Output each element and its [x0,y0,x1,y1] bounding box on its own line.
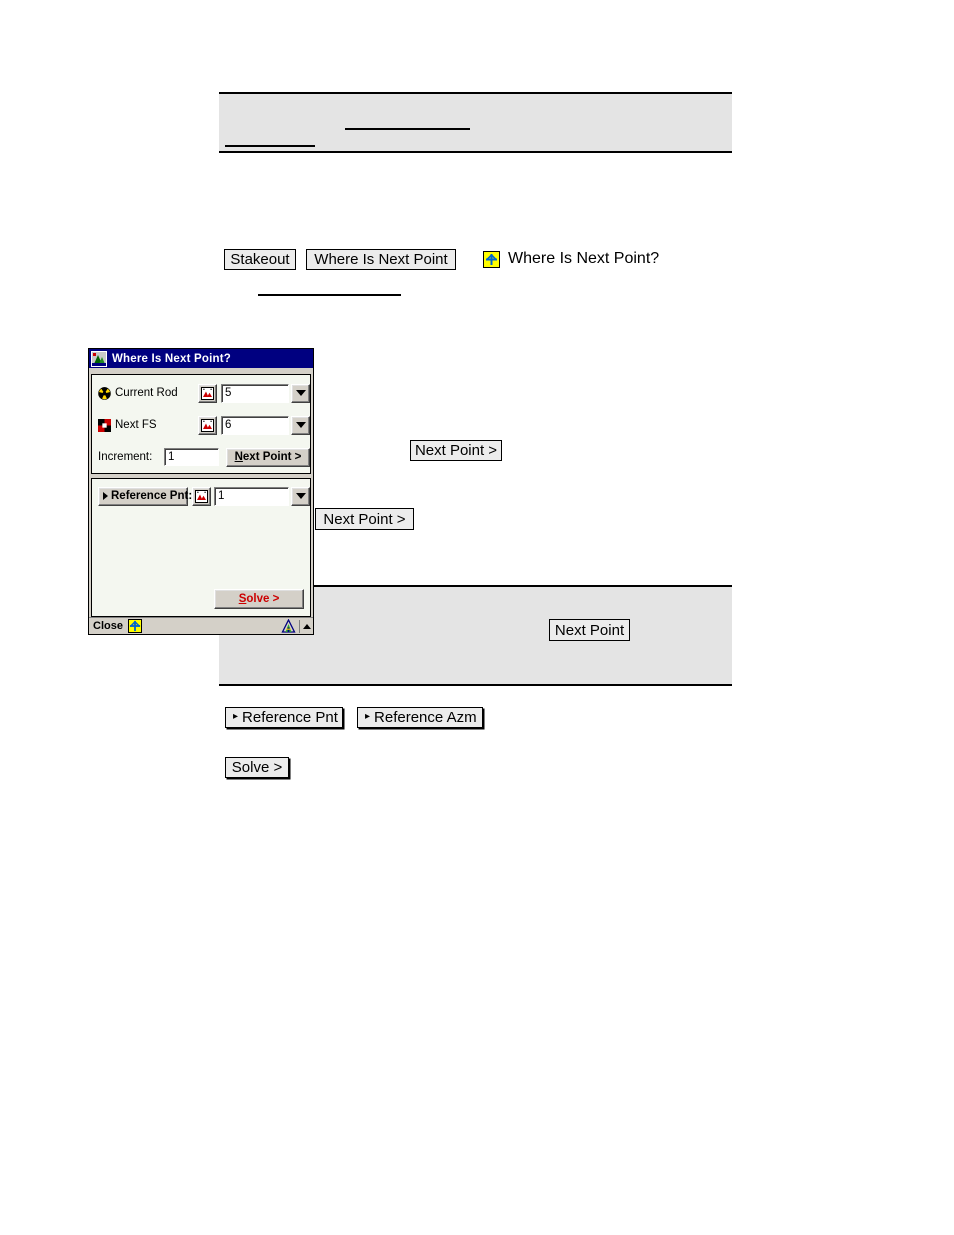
next-point-caret-button-2[interactable]: Next Point > [315,508,414,530]
pda-taskbar: Close [89,617,313,634]
next-point-caret-button-2-label: Next Point > [323,510,406,528]
radiation-yellow-icon [98,386,111,400]
next-point-button[interactable]: Next Point > [226,447,310,467]
current-rod-dropdown-button[interactable] [291,383,310,403]
checker-red-icon [98,418,111,432]
point-selection-group: Current Rod 5 Next FS 6 Increment: 1 N e… [91,374,311,474]
solve-action-label: olve > [246,593,280,605]
caret-right-icon [103,492,108,500]
next-fs-row: Next FS 6 [98,415,310,435]
taskbar-tray [281,618,311,634]
tray-divider [299,619,300,633]
pda-title: Where Is Next Point? [112,352,232,365]
increment-row: Increment: 1 Next Point > [98,447,310,467]
current-rod-label: Current Rod [115,387,178,399]
stakeout-button-label: Stakeout [230,251,290,268]
solve-action-accel: S [238,593,247,605]
increment-value: 1 [168,451,175,463]
reference-pnt-value: 1 [218,490,225,502]
survey-tripod-icon[interactable] [281,618,296,634]
where-is-next-point-heading: Where Is Next Point? [508,251,659,267]
app-icon [91,350,107,367]
section-underline [258,294,401,296]
reference-pnt-toggle-button[interactable]: Reference Pnt: [98,486,192,506]
pda-client-area: Current Rod 5 Next FS 6 Increment: 1 N e… [89,368,313,617]
reference-pnt-input[interactable]: 1 [214,486,289,506]
current-rod-input[interactable]: 5 [221,383,289,403]
increment-label: Increment: [98,451,153,463]
chevron-down-icon [295,422,306,428]
map-pick-icon [201,386,214,400]
reference-azm-button-label: Reference Azm [374,709,477,726]
where-is-next-point-heading-label: Where Is Next Point? [508,250,660,267]
reference-pnt-button-label: Reference Pnt [242,709,338,726]
where-is-next-point-button[interactable]: Where Is Next Point [306,249,456,270]
solve-button-label: Solve > [231,759,283,776]
pda-titlebar: Where Is Next Point? [89,349,313,368]
next-fs-label: Next FS [115,419,157,431]
current-rod-value: 5 [225,387,232,399]
reference-pnt-toggle-label: Reference Pnt: [111,490,193,502]
current-rod-picker-button[interactable] [198,383,217,403]
map-pick-icon [195,489,208,503]
next-fs-value: 6 [225,419,232,431]
reference-azm-button[interactable]: ▸ Reference Azm [357,707,483,728]
current-rod-row: Current Rod 5 [98,383,310,403]
yellow-star-icon[interactable] [127,619,142,633]
chevron-down-icon [295,390,306,396]
reference-pnt-picker-button[interactable] [192,486,211,506]
next-point-button-label: ext Point > [242,451,302,463]
next-fs-dropdown-button[interactable] [291,415,310,435]
note-rule-long [345,128,470,130]
next-point-button-accel: N [234,451,243,463]
pda-window: Where Is Next Point? Current Rod 5 Next … [88,348,314,635]
solve-button[interactable]: Solve > [225,757,289,778]
next-point-caret-button-1-label: Next Point > [414,442,498,459]
where-is-next-point-button-label: Where Is Next Point [314,251,448,268]
stakeout-button[interactable]: Stakeout [224,249,296,270]
note-rule-short [225,145,315,147]
next-point-caret-button-1[interactable]: Next Point > [410,440,502,461]
close-button[interactable]: Close [93,620,123,632]
reference-group: Reference Pnt: 1 S olve > [91,478,311,617]
reference-pnt-button[interactable]: ▸ Reference Pnt [225,707,343,728]
yellow-star-icon [483,251,500,268]
chevron-up-icon[interactable] [303,623,311,629]
next-fs-input[interactable]: 6 [221,415,289,435]
caret-right-icon: ▸ [233,710,239,722]
next-point-plain-button[interactable]: Next Point [549,619,630,641]
top-note-panel [219,92,732,153]
next-fs-picker-button[interactable] [198,415,217,435]
reference-pnt-dropdown-button[interactable] [291,486,310,506]
reference-pnt-row: Reference Pnt: 1 [98,486,310,506]
increment-input[interactable]: 1 [164,448,219,466]
map-pick-icon [201,418,214,432]
chevron-down-icon [295,493,306,499]
caret-right-icon: ▸ [365,710,371,722]
next-point-plain-button-label: Next Point [554,621,625,639]
solve-action-button[interactable]: Solve > [214,589,304,609]
